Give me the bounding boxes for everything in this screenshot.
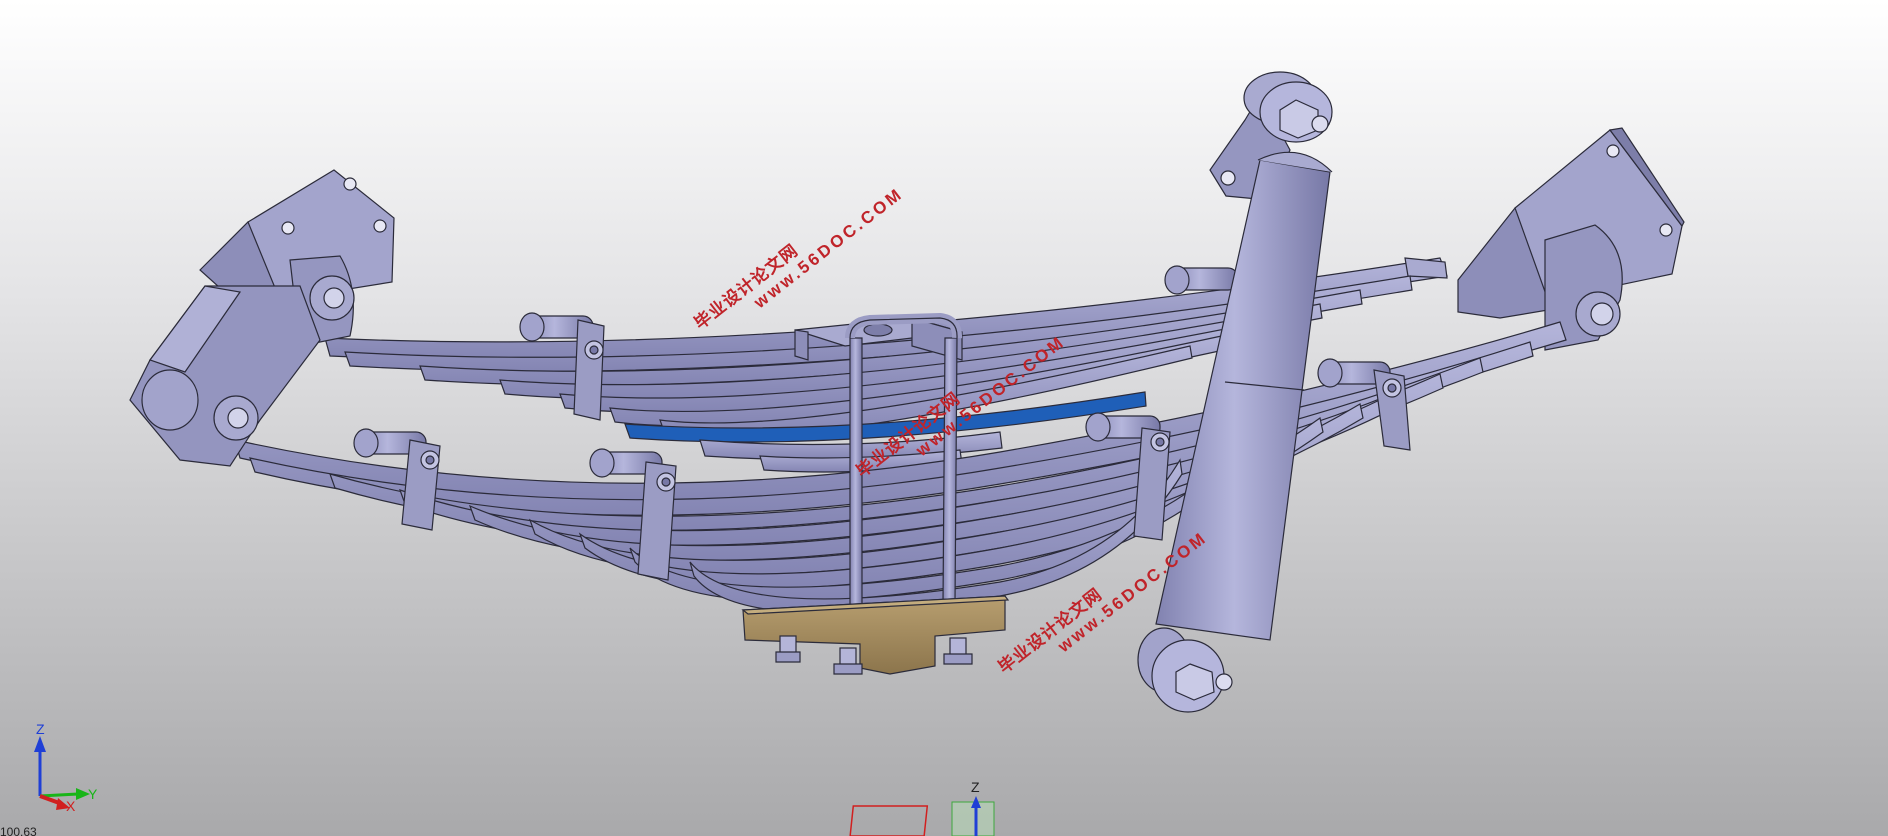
- compass-z-label: Z: [971, 779, 980, 795]
- assembly-scene[interactable]: 毕业设计论文网 www.56DOC.COM 毕业设计论文网 www.56DOC.…: [0, 0, 1888, 836]
- watermark-1-url: www.56DOC.COM: [750, 184, 907, 313]
- 3d-viewport[interactable]: 毕业设计论文网 www.56DOC.COM 毕业设计论文网 www.56DOC.…: [0, 0, 1888, 836]
- scale-readout: 100.63: [0, 825, 37, 836]
- x-axis-label: X: [66, 798, 76, 814]
- z-axis-label: Z: [36, 721, 45, 737]
- y-axis-label: Y: [88, 786, 98, 802]
- axis-triad[interactable]: Z Y X: [34, 721, 98, 814]
- y-axis-arrow: [39, 792, 79, 798]
- front-left-hanger-bracket[interactable]: [129, 169, 395, 467]
- rear-right-hanger-bracket[interactable]: [1457, 127, 1685, 351]
- view-compass[interactable]: Z: [849, 779, 995, 836]
